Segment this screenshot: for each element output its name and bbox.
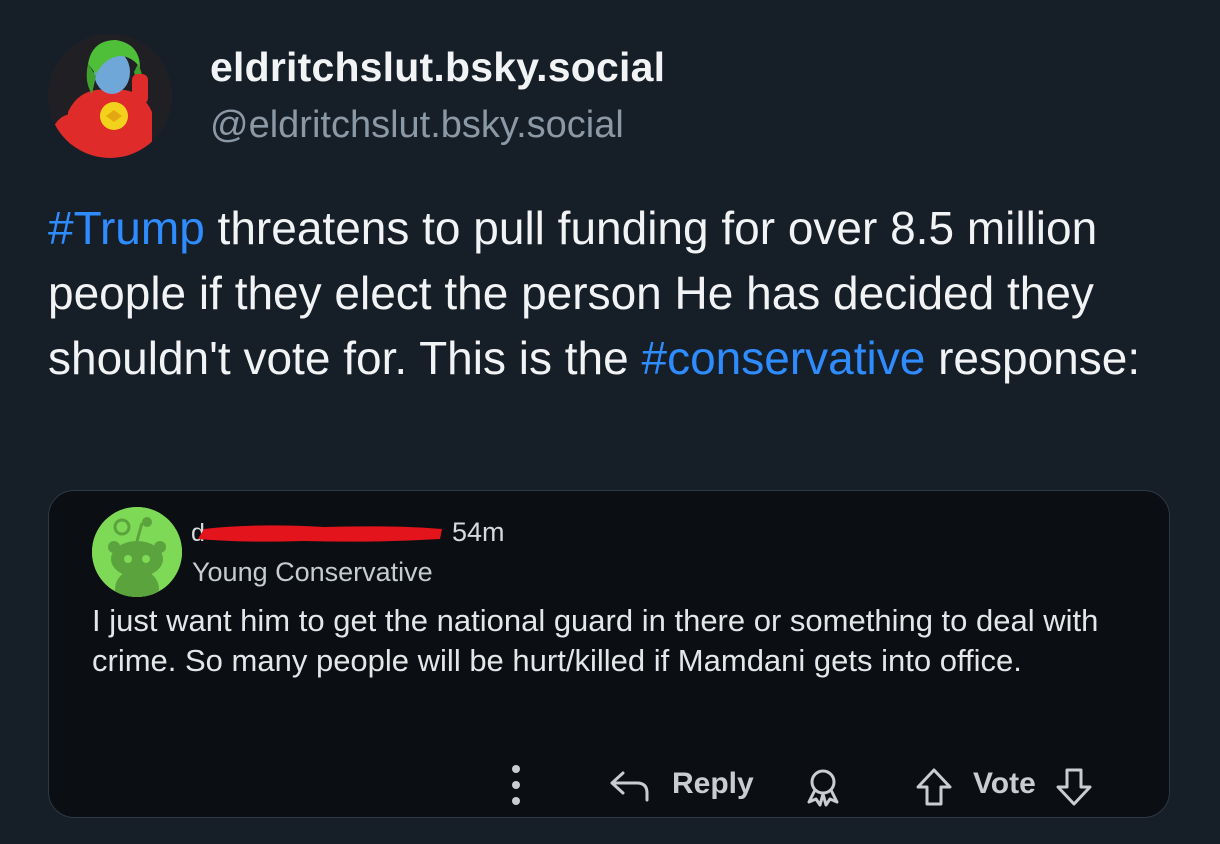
comment-body: I just want him to get the national guar… [92,603,1099,678]
author-handle[interactable]: @eldritchslut.bsky.social [210,104,624,147]
avatar-image [48,34,172,158]
reply-button[interactable]: Reply [672,767,754,801]
hashtag-trump-link[interactable]: #Trump [48,202,205,254]
snoo-avatar-icon [92,507,182,597]
author-avatar[interactable] [48,34,172,158]
post-text: #Trump threatens to pull funding for ove… [48,196,1198,391]
downvote-arrow-icon[interactable] [1055,767,1093,807]
more-options-icon[interactable] [511,763,521,807]
post-text-segment-2: response: [925,332,1141,384]
award-icon[interactable] [803,767,843,807]
upvote-arrow-icon[interactable] [915,767,953,807]
comment-timestamp: 54m [452,517,505,547]
comment-actions: Reply Vote [49,755,1169,815]
hashtag-conservative-link[interactable]: #conservative [642,332,926,384]
embedded-screenshot-card[interactable]: d 54m Young Conservative I just want him… [48,490,1170,818]
author-display-name[interactable]: eldritchslut.bsky.social [210,44,665,91]
reply-icon[interactable] [609,769,651,803]
user-flair: Young Conservative [192,557,433,587]
vote-count: Vote [973,767,1036,800]
redaction-mark [198,525,442,542]
